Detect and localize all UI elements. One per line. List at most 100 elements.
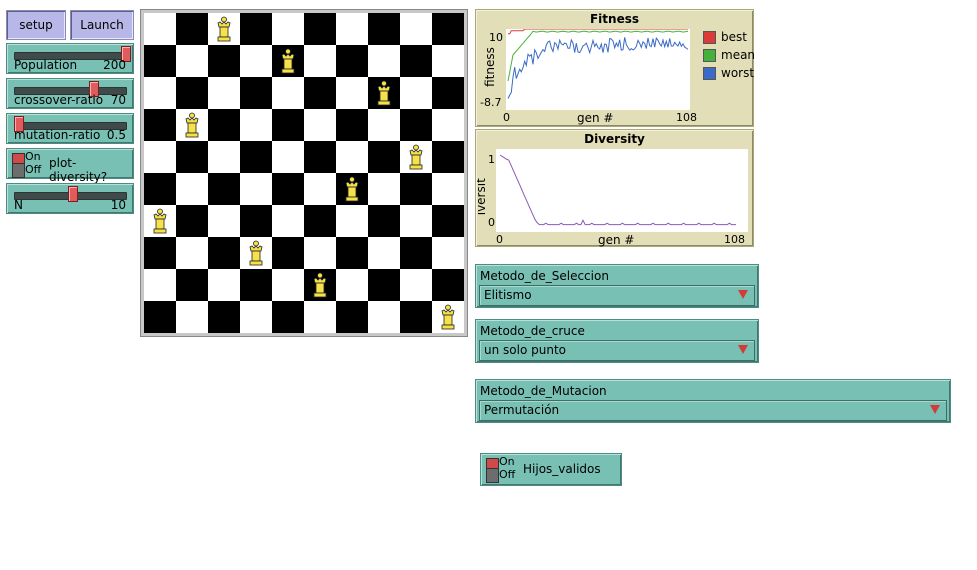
population-slider-value: 200 [103, 58, 126, 72]
board-square [144, 141, 176, 173]
fitness-plot-title: Fitness [589, 12, 639, 26]
queen-icon [409, 144, 423, 170]
board-square [400, 237, 432, 269]
board-square [400, 13, 432, 45]
board-square [272, 13, 304, 45]
diversity-plot-title: Diversity [584, 132, 645, 146]
diversity-x-min: 0 [496, 233, 503, 246]
fitness-x-min: 0 [503, 111, 510, 124]
plot-diversity-off-label: Off [25, 163, 42, 176]
board-square [400, 45, 432, 77]
board-square [400, 205, 432, 237]
fitness-ylabel: fitness [482, 47, 497, 87]
chevron-down-icon [738, 290, 748, 299]
board-square [304, 237, 336, 269]
board-square [208, 205, 240, 237]
hijos-validos-switch[interactable]: On Off Hijos_validos [480, 453, 622, 486]
diversity-ylabel-clip: diversity [477, 178, 494, 216]
board-square [368, 205, 400, 237]
queen-icon [249, 240, 263, 266]
legend-best-swatch [703, 30, 716, 44]
diversity-y-min: 0 [488, 216, 495, 229]
board-square [304, 45, 336, 77]
board-square [432, 109, 464, 141]
board-square [144, 173, 176, 205]
board-square [432, 269, 464, 301]
board-square [176, 77, 208, 109]
board-square [368, 109, 400, 141]
board-square [400, 301, 432, 333]
launch-button-label: Launch [80, 18, 124, 32]
board-square [144, 45, 176, 77]
metodo-seleccion-dropdown[interactable]: Elitismo [479, 285, 755, 306]
board-square [432, 13, 464, 45]
board-square [304, 141, 336, 173]
board-square [368, 237, 400, 269]
board-square [208, 141, 240, 173]
hijos-validos-toggle-icon[interactable] [486, 458, 499, 483]
board-square [400, 109, 432, 141]
metodo-cruce-dropdown[interactable]: un solo punto [479, 340, 755, 361]
metodo-mutacion-chooser[interactable]: Metodo_de_Mutacion Permutación [475, 379, 951, 423]
hijos-validos-off-label: Off [499, 468, 516, 481]
n-slider-value: 10 [110, 198, 126, 212]
diversity-plot-area [496, 149, 748, 232]
fitness-y-max: 10 [489, 31, 503, 44]
population-slider[interactable]: Population 200 [6, 43, 134, 74]
queen-icon [217, 16, 231, 42]
queen-icon [313, 272, 327, 298]
metodo-mutacion-label: Metodo_de_Mutacion [480, 384, 607, 398]
board-square [368, 301, 400, 333]
legend-best-label: best [721, 30, 747, 44]
setup-button-label: setup [19, 18, 53, 32]
metodo-mutacion-dropdown[interactable]: Permutación [479, 400, 947, 421]
fitness-plot: Fitness 10 -8.7 fitness 0 gen # 108 best… [475, 9, 755, 127]
board-square [432, 205, 464, 237]
setup-button[interactable]: setup [6, 10, 66, 40]
board-square [272, 109, 304, 141]
launch-button[interactable]: Launch [70, 10, 134, 40]
board-square [304, 77, 336, 109]
board-square [144, 301, 176, 333]
board-square [272, 205, 304, 237]
diversity-series-line [499, 154, 736, 226]
board-square [336, 13, 368, 45]
diversity-xlabel: gen # [598, 233, 635, 247]
diversity-plot: Diversity 1 0 diversity 0 gen # 108 [475, 129, 754, 247]
board-square [368, 173, 400, 205]
world-view[interactable] [140, 9, 468, 337]
board-square [304, 301, 336, 333]
hijos-validos-on-label: On [499, 455, 515, 468]
board-square [176, 141, 208, 173]
n-slider-thumb[interactable] [67, 186, 78, 202]
board-square [368, 141, 400, 173]
metodo-seleccion-chooser[interactable]: Metodo_de_Seleccion Elitismo [475, 264, 759, 308]
n-slider[interactable]: N 10 [6, 183, 134, 214]
queen-icon [377, 80, 391, 106]
board-square [272, 77, 304, 109]
board-square [208, 301, 240, 333]
board-square [240, 301, 272, 333]
metodo-seleccion-label: Metodo_de_Seleccion [480, 269, 609, 283]
metodo-cruce-chooser[interactable]: Metodo_de_cruce un solo punto [475, 319, 759, 363]
board-square [144, 269, 176, 301]
chevron-down-icon [738, 345, 748, 354]
board-square [144, 77, 176, 109]
mutation-ratio-slider[interactable]: mutation-ratio 0.5 [6, 113, 134, 144]
plot-diversity-toggle-icon[interactable] [12, 153, 25, 178]
board-square [336, 45, 368, 77]
board-square [304, 205, 336, 237]
queen-icon [345, 176, 359, 202]
queen-icon [281, 48, 295, 74]
board-square [208, 109, 240, 141]
board-square [208, 173, 240, 205]
board-square [272, 269, 304, 301]
board-square [176, 173, 208, 205]
n-slider-label: N [14, 198, 23, 212]
board-square [176, 13, 208, 45]
crossover-ratio-slider[interactable]: crossover-ratio 70 [6, 78, 134, 109]
plot-diversity-switch[interactable]: On Off plot-diversity? [6, 148, 134, 184]
board-square [144, 13, 176, 45]
fitness-plot-area [506, 28, 690, 110]
board-square [336, 77, 368, 109]
